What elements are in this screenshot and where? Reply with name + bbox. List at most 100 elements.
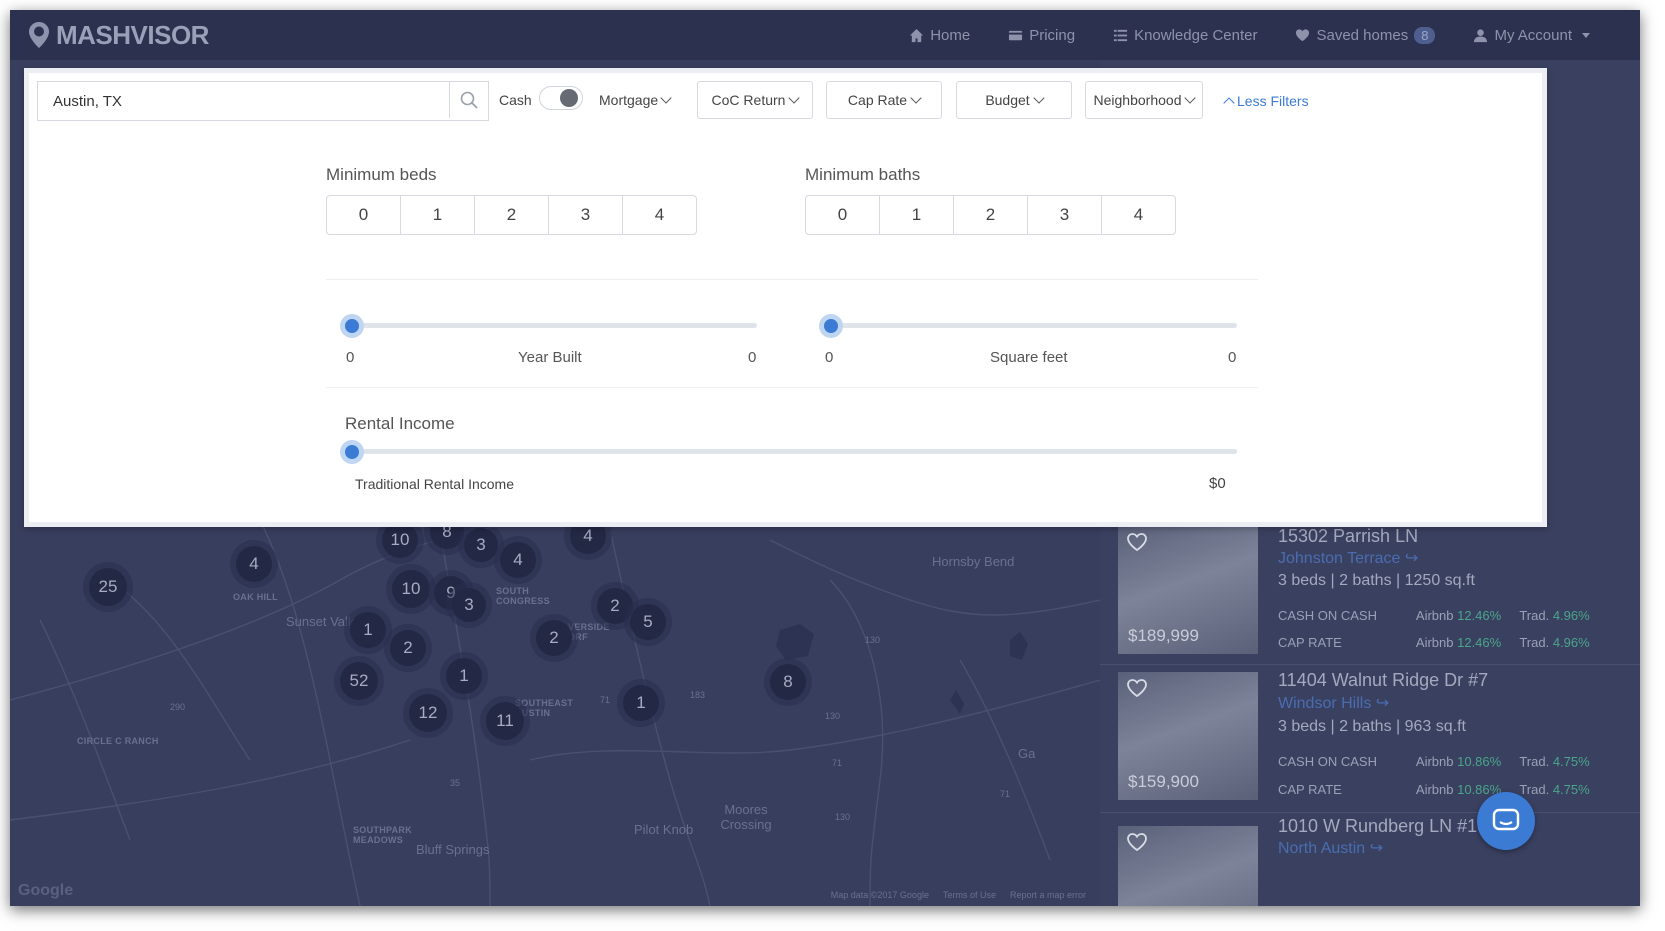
- map-terms-link[interactable]: Terms of Use: [943, 890, 996, 900]
- map-cluster[interactable]: 10: [392, 570, 430, 608]
- map-cluster[interactable]: 4: [236, 546, 272, 582]
- chevron-up-icon: [1223, 97, 1235, 109]
- less-filters-link[interactable]: Less Filters: [1223, 93, 1309, 109]
- cap-rate-label: Cap Rate: [847, 92, 908, 108]
- year-built-slider-handle[interactable]: [340, 314, 364, 338]
- map-label-riverside: VERSIDE ORF: [568, 622, 610, 642]
- baths-option[interactable]: 3: [1028, 196, 1102, 234]
- year-built-slider-track[interactable]: [351, 323, 757, 328]
- coc-trad-value: 4.96%: [1552, 608, 1590, 623]
- square-feet-slider-handle[interactable]: [819, 314, 843, 338]
- listing-address[interactable]: 15302 Parrish LN: [1278, 526, 1418, 547]
- cash-mortgage-toggle[interactable]: [539, 86, 583, 110]
- location-input[interactable]: [38, 83, 450, 119]
- map-cluster[interactable]: 11: [486, 702, 524, 740]
- coc-trad: Trad. 4.75%: [1519, 754, 1608, 769]
- listing-address[interactable]: 11404 Walnut Ridge Dr #7: [1278, 670, 1488, 691]
- logo[interactable]: MASHVISOR: [28, 18, 209, 52]
- svg-text:130: 130: [835, 812, 850, 822]
- map-cluster[interactable]: 1: [350, 612, 386, 648]
- map-cluster[interactable]: 52: [340, 662, 378, 700]
- svg-text:290: 290: [170, 702, 185, 712]
- heart-outline-icon[interactable]: [1126, 532, 1148, 552]
- chat-icon: [1492, 808, 1520, 831]
- listing-price: $189,999: [1128, 626, 1199, 645]
- cap-airbnb: Airbnb 12.46%: [1416, 635, 1519, 650]
- nav-pricing[interactable]: Pricing: [1008, 27, 1075, 44]
- nav-my-account[interactable]: My Account: [1473, 27, 1590, 44]
- listing-photo[interactable]: $189,999: [1118, 526, 1258, 654]
- listing-card[interactable]: 1010 W Rundberg LN #18 North Austin ↪: [1100, 812, 1640, 906]
- baths-option[interactable]: 0: [806, 196, 880, 234]
- map-cluster[interactable]: 3: [464, 528, 498, 562]
- coc-airbnb: Airbnb 12.46%: [1416, 608, 1519, 623]
- map-cluster[interactable]: 10: [382, 522, 418, 558]
- neighborhood-link[interactable]: North Austin: [1278, 840, 1365, 857]
- caret-down-icon: [1582, 32, 1590, 38]
- nav-home[interactable]: Home: [909, 27, 970, 44]
- chevron-down-icon: [1184, 92, 1197, 104]
- beds-option[interactable]: 0: [327, 196, 401, 234]
- cap-rate-dropdown[interactable]: Cap Rate: [826, 81, 942, 119]
- neighborhood-link[interactable]: Windsor Hills: [1278, 695, 1371, 712]
- nav-saved-label: Saved homes: [1316, 26, 1409, 44]
- listing-photo[interactable]: $159,900: [1118, 672, 1258, 800]
- baths-option[interactable]: 4: [1102, 196, 1175, 234]
- search-button[interactable]: [449, 82, 488, 118]
- map-report-link[interactable]: Report a map error: [1010, 890, 1086, 900]
- cap-airbnb-label: Airbnb: [1415, 782, 1454, 797]
- coc-return-dropdown[interactable]: CoC Return: [697, 81, 813, 119]
- svg-text:183: 183: [690, 690, 705, 700]
- square-feet-min: 0: [825, 349, 834, 366]
- nav-knowledge-center[interactable]: Knowledge Center: [1113, 27, 1257, 44]
- chat-button[interactable]: [1477, 792, 1535, 850]
- google-logo: Google: [18, 882, 74, 899]
- listing-neighborhood[interactable]: Johnston Terrace ↪: [1278, 548, 1418, 568]
- listing-neighborhood[interactable]: Windsor Hills ↪: [1278, 693, 1389, 713]
- listing-specs: 3 beds | 2 baths | 1250 sq.ft: [1278, 572, 1475, 589]
- rental-income-slider-track[interactable]: [351, 449, 1237, 454]
- nav-account-label: My Account: [1494, 26, 1572, 44]
- rental-income-slider-handle[interactable]: [340, 440, 364, 464]
- nav-saved-homes[interactable]: Saved homes 8: [1295, 26, 1436, 44]
- heart-outline-icon[interactable]: [1126, 832, 1148, 852]
- neighborhood-label: Neighborhood: [1093, 92, 1182, 108]
- listing-photo[interactable]: [1118, 826, 1258, 906]
- neighborhood-dropdown[interactable]: Neighborhood: [1085, 81, 1203, 119]
- beds-option[interactable]: 1: [401, 196, 475, 234]
- coc-return-label: CoC Return: [711, 92, 786, 108]
- listing-card[interactable]: $189,999 15302 Parrish LN Johnston Terra…: [1100, 516, 1640, 665]
- baths-option[interactable]: 1: [880, 196, 954, 234]
- budget-dropdown[interactable]: Budget: [956, 81, 1072, 119]
- map-cluster[interactable]: 2: [597, 588, 633, 624]
- listing-neighborhood[interactable]: North Austin ↪: [1278, 838, 1383, 858]
- listing-specs: 3 beds | 2 baths | 963 sq.ft: [1278, 718, 1466, 735]
- svg-text:71: 71: [1000, 789, 1010, 799]
- budget-label: Budget: [985, 92, 1030, 108]
- listing-card[interactable]: $159,900 11404 Walnut Ridge Dr #7 Windso…: [1100, 664, 1640, 813]
- filter-panel: Cash Mortgage CoC Return Cap Rate Budget…: [24, 68, 1547, 527]
- map-cluster[interactable]: 25: [89, 568, 127, 606]
- map-cluster[interactable]: 12: [409, 694, 447, 732]
- less-filters-label: Less Filters: [1237, 93, 1309, 109]
- map-cluster[interactable]: 2: [390, 630, 426, 666]
- neighborhood-link[interactable]: Johnston Terrace: [1278, 550, 1400, 567]
- beds-option[interactable]: 4: [623, 196, 696, 234]
- map-cluster[interactable]: 4: [500, 542, 536, 578]
- beds-option[interactable]: 3: [549, 196, 623, 234]
- map-cluster[interactable]: 8: [770, 664, 806, 700]
- listing-address[interactable]: 1010 W Rundberg LN #18: [1278, 816, 1487, 837]
- mortgage-dropdown[interactable]: Mortgage: [599, 92, 672, 108]
- map-cluster[interactable]: 1: [446, 658, 482, 694]
- coc-trad-label: Trad.: [1519, 754, 1550, 769]
- map-cluster[interactable]: 3: [452, 588, 486, 622]
- beds-option[interactable]: 2: [475, 196, 549, 234]
- square-feet-slider-track[interactable]: [831, 323, 1237, 328]
- map-cluster[interactable]: 1: [623, 685, 659, 721]
- heart-outline-icon[interactable]: [1126, 678, 1148, 698]
- square-feet-label: Square feet: [990, 349, 1068, 366]
- baths-option[interactable]: 2: [954, 196, 1028, 234]
- location-pin-icon: [29, 22, 49, 48]
- map-cluster[interactable]: 2: [536, 620, 572, 656]
- map-cluster[interactable]: 5: [630, 604, 666, 640]
